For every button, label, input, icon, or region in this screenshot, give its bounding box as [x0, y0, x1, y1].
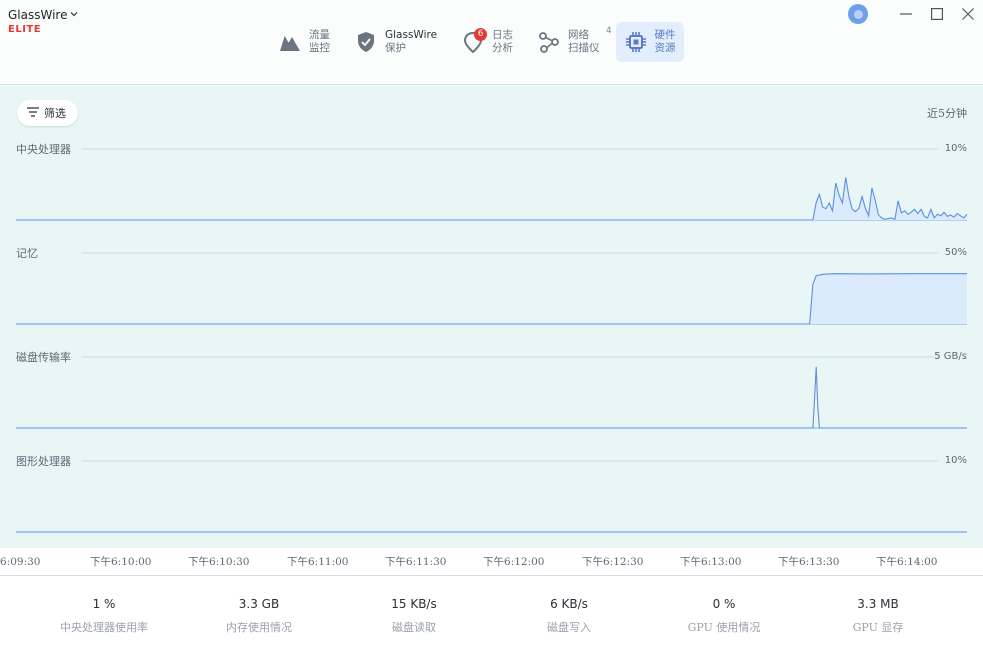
notification-badge: 6 [474, 28, 488, 41]
time-tick: 下午6:14:00 [876, 556, 938, 568]
tab-logs-label-1: 日志 [492, 29, 514, 41]
memory-chart-max: 50% [944, 247, 967, 258]
stats-bar: 1 % 中央处理器使用率 3.3 GB 内存使用情况 15 KB/s 磁盘读取 … [0, 577, 983, 650]
time-tick: 下午6:12:00 [483, 556, 545, 568]
stat-value: 3.3 GB [238, 597, 280, 611]
license-tier: ELITE [8, 24, 42, 35]
app-name[interactable]: GlassWire [8, 8, 78, 22]
tab-network-scanner[interactable]: 网络 扫描仪 4 [529, 22, 612, 62]
brand-menu[interactable]: GlassWire ELITE [8, 8, 78, 35]
stat-value: 15 KB/s [391, 597, 437, 611]
minimize-icon [899, 13, 912, 15]
disk-series-line [16, 366, 967, 429]
stat-value: 6 KB/s [550, 597, 588, 611]
tab-hardware-label-2: 资源 [654, 42, 676, 54]
main-nav: 流量 监控 GlassWire 保护 6 日志 分析 网络 扫描仪 4 硬件 资… [270, 22, 692, 62]
memory-chart-title: 记忆 [16, 247, 38, 260]
stat-memory-usage: 3.3 GB 内存使用情况 [184, 597, 334, 635]
stat-cpu-usage: 1 % 中央处理器使用率 [29, 597, 179, 635]
app-name-label: GlassWire [8, 8, 68, 22]
minimize-button[interactable] [890, 4, 921, 24]
stat-label: GPU 显存 [852, 621, 904, 634]
device-count: 4 [606, 26, 612, 36]
header-bar: GlassWire ELITE 流量 监控 GlassWire 保护 6 日志 分析 [0, 0, 983, 85]
chip-icon [624, 30, 648, 54]
time-axis: 下午6:09:30 下午6:10:00 下午6:10:30 下午6:11:00 … [0, 548, 983, 576]
close-button[interactable] [952, 4, 983, 24]
stat-label: GPU 使用情况 [687, 621, 761, 634]
stat-value: 0 % [712, 597, 736, 611]
stat-disk-read: 15 KB/s 磁盘读取 [339, 597, 489, 635]
time-tick: 下午6:10:00 [90, 556, 152, 568]
time-tick: 下午6:13:00 [680, 556, 742, 568]
tab-protect-label-2: 保护 [385, 42, 406, 54]
stat-disk-write: 6 KB/s 磁盘写入 [494, 597, 644, 635]
gpu-chart-max: 10% [944, 455, 967, 466]
disk-chart-max: 5 GB/s [934, 351, 967, 362]
traffic-monitor-icon [278, 30, 302, 54]
tab-scan-label-1: 网络 [568, 29, 590, 41]
tab-logs-label-2: 分析 [492, 42, 514, 54]
time-tick: 下午6:12:30 [582, 556, 644, 568]
time-tick: 下午6:13:30 [778, 556, 840, 568]
maximize-button[interactable] [921, 4, 952, 24]
resource-charts [16, 148, 968, 533]
tab-log-analysis[interactable]: 6 日志 分析 [453, 22, 521, 62]
tab-traffic-label-1: 流量 [309, 29, 330, 41]
window-controls [848, 4, 983, 24]
stat-gpu-memory: 3.3 MB GPU 显存 [803, 597, 953, 635]
chevron-down-icon [70, 10, 78, 20]
hardware-panel: 筛选 近5分钟 中央处理器 10% 记忆 50% 磁盘传输率 5 GB/s 图形… [0, 86, 983, 548]
network-scan-icon [537, 30, 561, 54]
tab-hardware-resources[interactable]: 硬件 资源 [615, 22, 684, 62]
tab-hardware-label-1: 硬件 [654, 29, 676, 41]
shield-icon [354, 30, 378, 54]
time-tick: 下午6:09:30 [0, 556, 41, 568]
disk-chart-title: 磁盘传输率 [16, 351, 71, 364]
stat-value: 3.3 MB [857, 597, 899, 611]
stat-label: 磁盘读取 [392, 621, 436, 634]
stat-value: 1 % [92, 597, 116, 611]
memory-series-area [16, 273, 967, 324]
avatar[interactable] [848, 4, 868, 24]
gpu-chart-title: 图形处理器 [16, 455, 71, 468]
tab-glasswire-protect[interactable]: GlassWire 保护 [346, 22, 445, 62]
tab-traffic-label-2: 监控 [309, 42, 330, 54]
time-tick: 下午6:11:00 [287, 556, 349, 568]
stat-label: 磁盘写入 [547, 621, 591, 634]
close-icon [961, 8, 974, 20]
time-tick: 下午6:11:30 [385, 556, 447, 568]
tab-scan-label-2: 扫描仪 [568, 42, 600, 54]
maximize-icon [930, 8, 943, 20]
cpu-chart-max: 10% [944, 143, 967, 154]
cpu-series-area [16, 177, 967, 220]
stat-gpu-usage: 0 % GPU 使用情况 [649, 597, 799, 635]
tab-protect-label-1: GlassWire [385, 29, 438, 41]
stat-label: 中央处理器使用率 [60, 621, 148, 634]
time-tick: 下午6:10:30 [188, 556, 250, 568]
tab-traffic-monitor[interactable]: 流量 监控 [270, 22, 338, 62]
stat-label: 内存使用情况 [226, 621, 292, 634]
cpu-chart-title: 中央处理器 [16, 143, 71, 156]
avatar-icon [853, 9, 863, 19]
